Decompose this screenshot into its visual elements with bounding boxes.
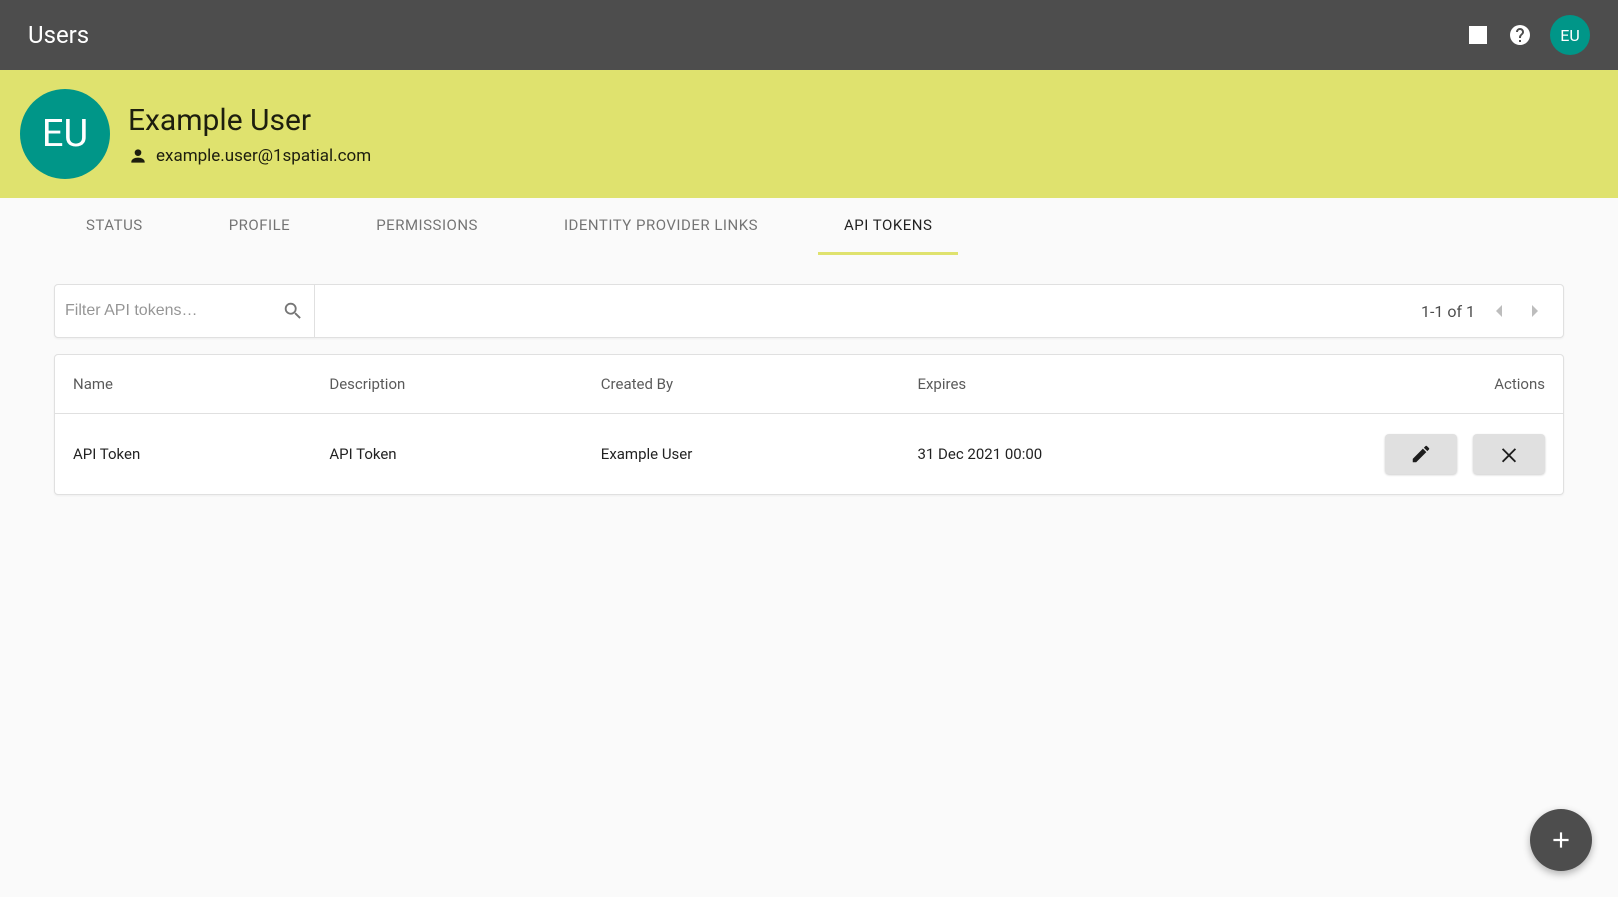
th-name: Name (55, 355, 311, 414)
user-email: example.user@1spatial.com (156, 146, 371, 166)
user-email-row: example.user@1spatial.com (128, 146, 371, 166)
tab-status[interactable]: STATUS (60, 198, 169, 255)
cell-description: API Token (311, 414, 582, 495)
user-avatar-large: EU (20, 89, 110, 179)
person-icon (128, 146, 148, 166)
row-actions (1385, 434, 1545, 474)
plus-icon (1548, 827, 1574, 853)
content: 1-1 of 1 Name Description Create (0, 256, 1618, 523)
pagination-range: 1-1 of 1 (1421, 302, 1475, 321)
tab-profile[interactable]: PROFILE (203, 198, 317, 255)
tabs: STATUS PROFILE PERMISSIONS IDENTITY PROV… (0, 198, 1618, 256)
delete-button[interactable] (1473, 434, 1545, 474)
th-actions: Actions (1292, 355, 1563, 414)
th-expires: Expires (899, 355, 1291, 414)
tab-identity-provider-links[interactable]: IDENTITY PROVIDER LINKS (538, 198, 784, 255)
table-card: Name Description Created By Expires Acti… (54, 354, 1564, 495)
cell-created-by: Example User (583, 414, 900, 495)
page-title: Users (28, 21, 1466, 49)
banner-text: Example User example.user@1spatial.com (128, 103, 371, 166)
tab-permissions[interactable]: PERMISSIONS (350, 198, 504, 255)
filter-wrap (55, 285, 315, 337)
user-avatar-small[interactable]: EU (1550, 15, 1590, 55)
appbar-actions: EU (1466, 15, 1590, 55)
chevron-right-icon (1523, 299, 1547, 323)
pagination-prev-button[interactable] (1487, 299, 1511, 323)
edit-button[interactable] (1385, 434, 1457, 474)
close-icon (1498, 443, 1520, 465)
add-button[interactable] (1530, 809, 1592, 871)
pencil-icon (1410, 443, 1432, 465)
pagination: 1-1 of 1 (1421, 299, 1563, 323)
filter-input[interactable] (65, 302, 282, 320)
user-banner: EU Example User example.user@1spatial.co… (0, 70, 1618, 198)
cell-name: API Token (55, 414, 311, 495)
api-tokens-table: Name Description Created By Expires Acti… (55, 355, 1563, 494)
analytics-icon[interactable] (1466, 23, 1490, 47)
tab-api-tokens[interactable]: API TOKENS (818, 198, 958, 255)
th-created-by: Created By (583, 355, 900, 414)
help-icon[interactable] (1508, 23, 1532, 47)
pagination-next-button[interactable] (1523, 299, 1547, 323)
cell-actions (1292, 414, 1563, 495)
table-row: API Token API Token Example User 31 Dec … (55, 414, 1563, 495)
table-header-row: Name Description Created By Expires Acti… (55, 355, 1563, 414)
chevron-left-icon (1487, 299, 1511, 323)
toolbar-card: 1-1 of 1 (54, 284, 1564, 338)
th-description: Description (311, 355, 582, 414)
cell-expires: 31 Dec 2021 00:00 (899, 414, 1291, 495)
appbar: Users EU (0, 0, 1618, 70)
user-name: Example User (128, 103, 371, 138)
search-icon[interactable] (282, 300, 304, 322)
